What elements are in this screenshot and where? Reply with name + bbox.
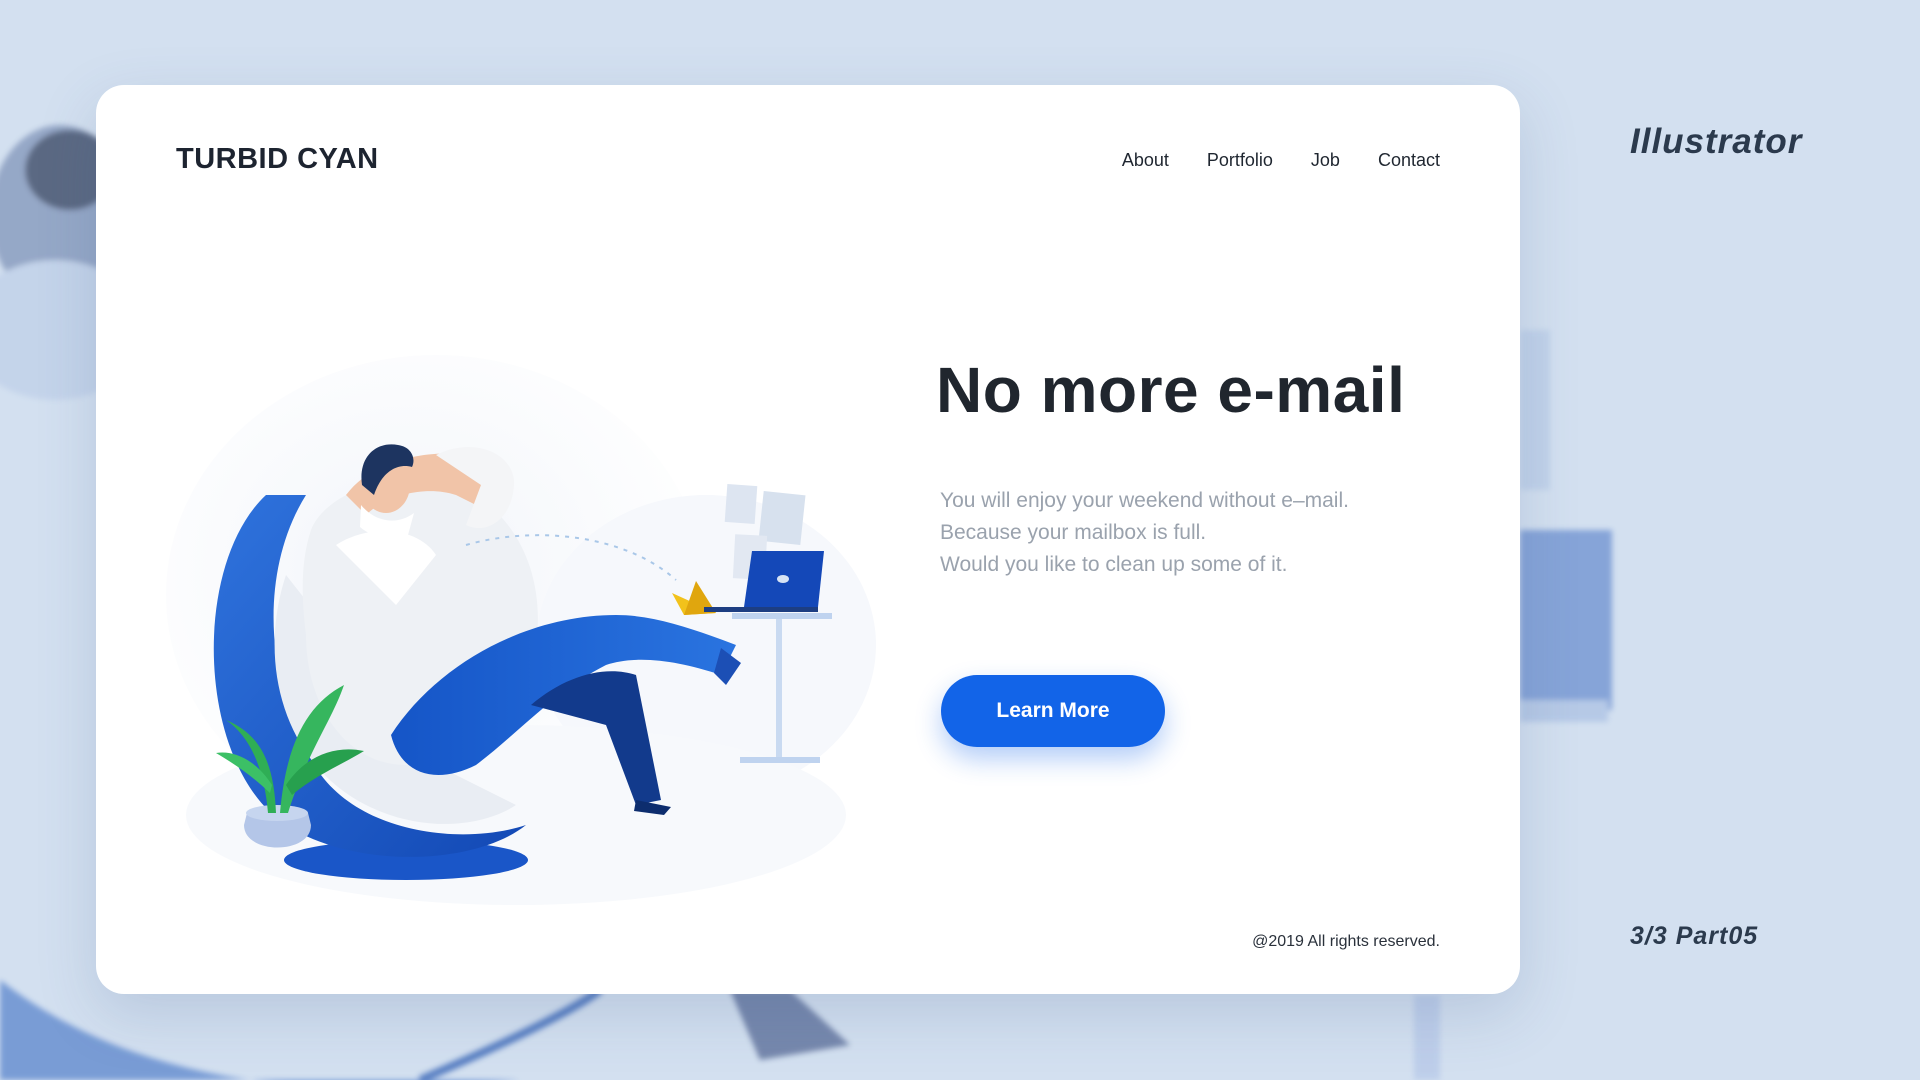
description-line-2: Because your mailbox is full. — [940, 521, 1207, 544]
brand-logo[interactable]: TURBID CYAN — [176, 143, 379, 176]
nav-job[interactable]: Job — [1311, 150, 1340, 171]
page-indicator: 3/3 Part05 — [1630, 922, 1759, 950]
main-nav: About Portfolio Job Contact — [1122, 150, 1440, 171]
description-line-1: You will enjoy your weekend without e–ma… — [940, 489, 1349, 512]
nav-contact[interactable]: Contact — [1378, 150, 1440, 171]
description-line-3: Would you like to clean up some of it. — [940, 553, 1288, 576]
hero-description: You will enjoy your weekend without e–ma… — [940, 485, 1460, 581]
hero-illustration — [166, 355, 876, 905]
hero-headline: No more e-mail — [936, 354, 1406, 426]
copyright-text: @2019 All rights reserved. — [1252, 933, 1440, 950]
nav-about[interactable]: About — [1122, 150, 1169, 171]
landing-card: TURBID CYAN About Portfolio Job Contact — [96, 85, 1520, 994]
nav-portfolio[interactable]: Portfolio — [1207, 150, 1273, 171]
learn-more-button[interactable]: Learn More — [941, 675, 1165, 747]
side-title: Illustrator — [1630, 122, 1803, 161]
